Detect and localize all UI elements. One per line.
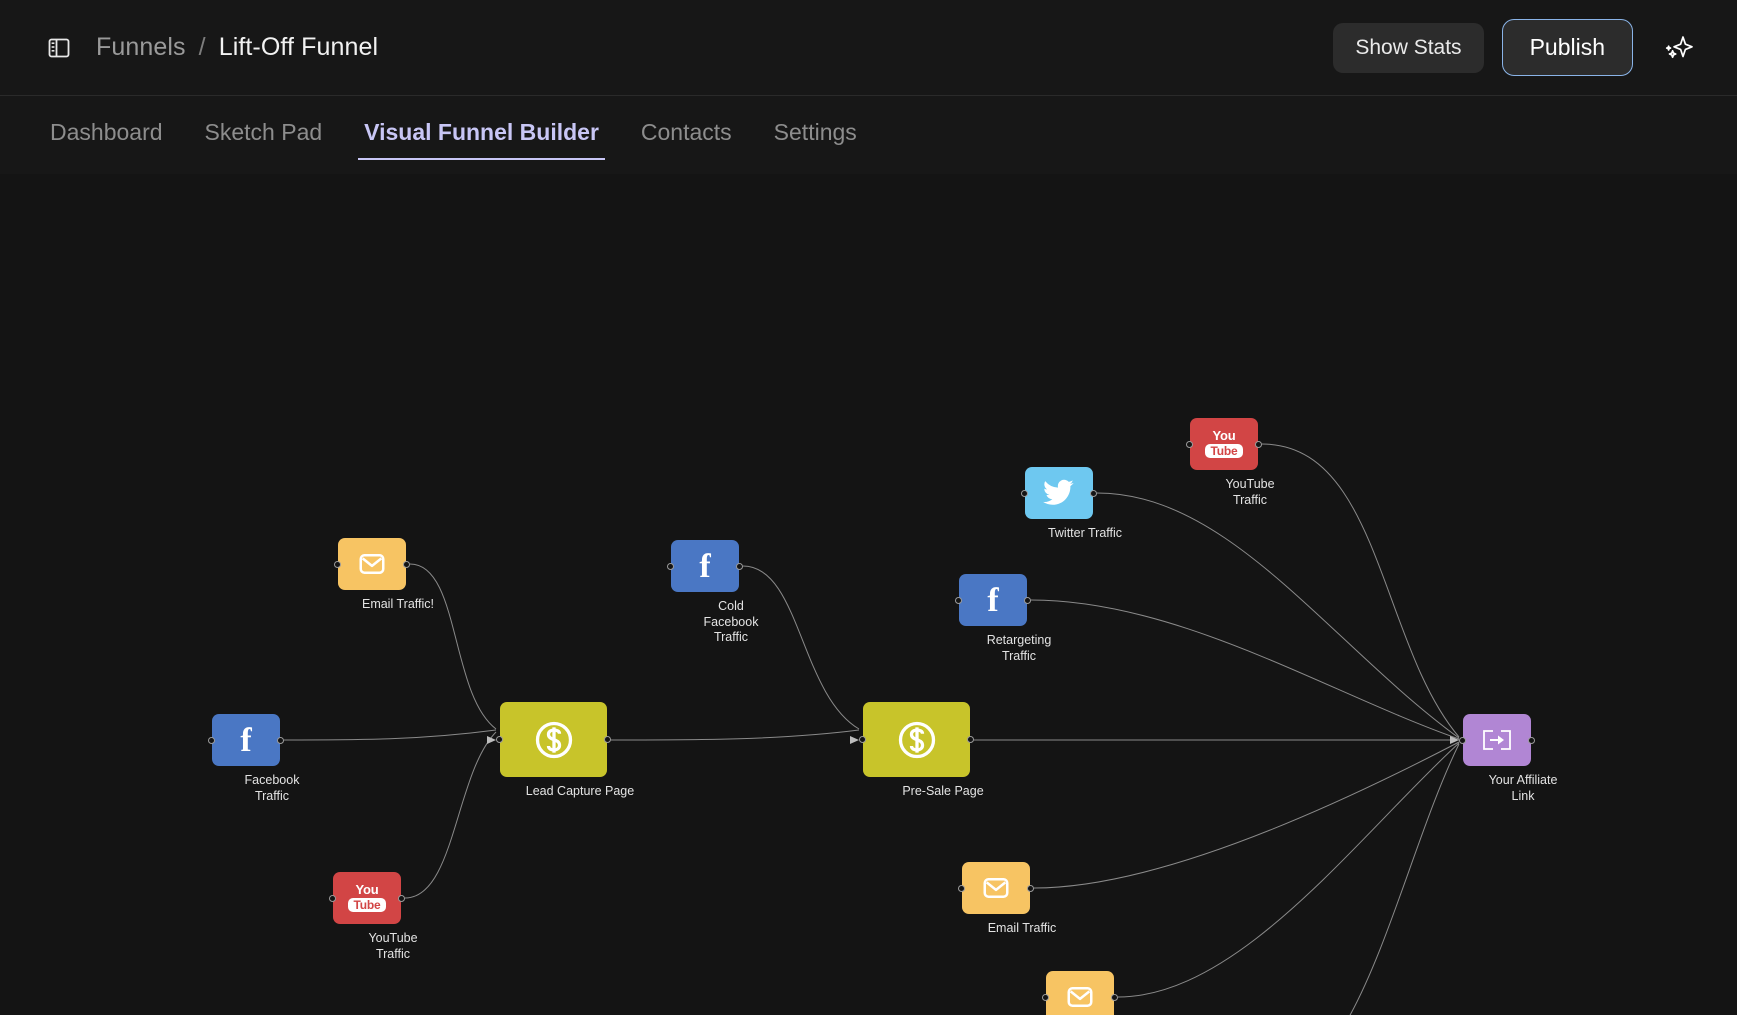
facebook-f-icon: f — [690, 549, 720, 583]
node-box[interactable] — [338, 538, 406, 590]
node-label: Lead Capture Page — [500, 784, 660, 800]
output-port[interactable] — [398, 895, 405, 902]
envelope-icon — [981, 873, 1011, 903]
publish-button[interactable]: Publish — [1502, 19, 1633, 76]
breadcrumb-separator: / — [199, 33, 206, 62]
node-email-traffic-2[interactable]: Email Traffic — [962, 862, 1082, 937]
input-port[interactable] — [1021, 490, 1028, 497]
node-box[interactable] — [863, 702, 970, 777]
input-port[interactable] — [334, 561, 341, 568]
output-port[interactable] — [1024, 597, 1031, 604]
output-port[interactable] — [1111, 994, 1118, 1001]
output-port[interactable] — [1027, 885, 1034, 892]
node-label: Your Affiliate Link — [1463, 773, 1583, 804]
node-label: Email Traffic — [962, 921, 1082, 937]
tab-dashboard[interactable]: Dashboard — [44, 111, 169, 160]
breadcrumb: Funnels / Lift-Off Funnel — [96, 33, 378, 62]
node-youtube-traffic-2[interactable]: You Tube YouTube Traffic — [1190, 418, 1310, 508]
input-port[interactable] — [958, 885, 965, 892]
node-your-affiliate-link[interactable]: Your Affiliate Link — [1463, 714, 1583, 804]
output-port[interactable] — [1528, 737, 1535, 744]
node-label: YouTube Traffic — [1190, 477, 1310, 508]
input-port[interactable] — [1459, 737, 1466, 744]
input-port[interactable] — [667, 563, 674, 570]
youtube-icon: You Tube — [1205, 429, 1244, 459]
node-box[interactable] — [1046, 971, 1114, 1015]
tab-visual-funnel-builder[interactable]: Visual Funnel Builder — [358, 111, 605, 160]
node-facebook-traffic[interactable]: f Facebook Traffic — [212, 714, 332, 804]
breadcrumb-current-page-title: Lift-Off Funnel — [219, 33, 378, 62]
youtube-you-text: You — [348, 883, 387, 896]
node-box[interactable]: You Tube — [1190, 418, 1258, 470]
node-box[interactable] — [962, 862, 1030, 914]
node-label: Twitter Traffic — [1025, 526, 1145, 542]
node-twitter-traffic[interactable]: Twitter Traffic — [1025, 467, 1145, 542]
node-pre-sale-page[interactable]: Pre-Sale Page — [863, 702, 1023, 800]
node-box[interactable]: f — [671, 540, 739, 592]
output-port[interactable] — [736, 563, 743, 570]
node-box[interactable] — [1025, 467, 1093, 519]
node-box[interactable]: f — [212, 714, 280, 766]
node-label: YouTube Traffic — [333, 931, 453, 962]
svg-text:f: f — [699, 549, 711, 583]
sparkle-ai-icon[interactable] — [1659, 28, 1699, 68]
facebook-f-icon: f — [231, 723, 261, 757]
node-lead-capture-page[interactable]: Lead Capture Page — [500, 702, 660, 800]
node-cold-facebook-traffic[interactable]: f Cold Facebook Traffic — [671, 540, 791, 646]
youtube-tube-text: Tube — [1205, 444, 1244, 458]
top-bar-actions: Show Stats Publish — [1333, 19, 1699, 76]
facebook-f-icon: f — [978, 583, 1008, 617]
node-box[interactable]: f — [959, 574, 1027, 626]
dollar-circle-icon — [532, 718, 576, 762]
tab-settings[interactable]: Settings — [768, 111, 863, 160]
funnel-canvas[interactable]: Email Traffic! f Facebook Traffic You Tu… — [0, 174, 1737, 1015]
youtube-icon: You Tube — [348, 883, 387, 913]
show-stats-button[interactable]: Show Stats — [1333, 23, 1483, 73]
funnel-edges — [0, 174, 1737, 1015]
input-port[interactable] — [859, 736, 866, 743]
node-retargeting-traffic[interactable]: f Retargeting Traffic — [959, 574, 1079, 664]
output-port[interactable] — [1090, 490, 1097, 497]
input-port[interactable] — [329, 895, 336, 902]
node-email-traffic-3[interactable]: Email Traffic — [1046, 971, 1166, 1015]
node-label: Email Traffic! — [338, 597, 458, 613]
svg-text:f: f — [987, 583, 999, 617]
breadcrumb-funnels-link[interactable]: Funnels — [96, 33, 186, 62]
tab-contacts[interactable]: Contacts — [635, 111, 738, 160]
tab-sketch-pad[interactable]: Sketch Pad — [199, 111, 329, 160]
link-transfer-icon — [1479, 727, 1515, 753]
node-youtube-traffic-1[interactable]: You Tube YouTube Traffic — [333, 872, 453, 962]
input-port[interactable] — [208, 737, 215, 744]
twitter-bird-icon — [1043, 479, 1075, 507]
output-port[interactable] — [403, 561, 410, 568]
node-email-traffic-excl[interactable]: Email Traffic! — [338, 538, 458, 613]
node-box[interactable]: You Tube — [333, 872, 401, 924]
node-label: Facebook Traffic — [212, 773, 332, 804]
output-port[interactable] — [967, 736, 974, 743]
input-port[interactable] — [955, 597, 962, 604]
node-label: Retargeting Traffic — [959, 633, 1079, 664]
output-port[interactable] — [604, 736, 611, 743]
input-port[interactable] — [1186, 441, 1193, 448]
youtube-tube-text: Tube — [348, 898, 387, 912]
envelope-icon — [357, 549, 387, 579]
node-label: Cold Facebook Traffic — [671, 599, 791, 646]
output-port[interactable] — [277, 737, 284, 744]
youtube-you-text: You — [1205, 429, 1244, 442]
top-bar: Funnels / Lift-Off Funnel Show Stats Pub… — [0, 0, 1737, 96]
input-port[interactable] — [496, 736, 503, 743]
node-label: Pre-Sale Page — [863, 784, 1023, 800]
tab-bar: Dashboard Sketch Pad Visual Funnel Build… — [0, 96, 1737, 174]
input-port[interactable] — [1042, 994, 1049, 1001]
dollar-circle-icon — [895, 718, 939, 762]
node-box[interactable] — [500, 702, 607, 777]
panel-left-icon[interactable] — [46, 35, 72, 61]
output-port[interactable] — [1255, 441, 1262, 448]
svg-text:f: f — [240, 723, 252, 757]
node-box[interactable] — [1463, 714, 1531, 766]
envelope-icon — [1065, 982, 1095, 1012]
